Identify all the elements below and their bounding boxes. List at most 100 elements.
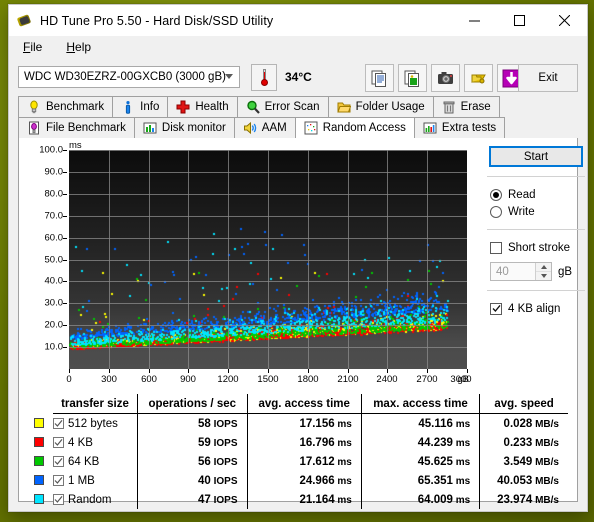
divider-3	[487, 290, 585, 291]
toolbar: WDC WD30EZRZ-00GXCB0 (3000 gB) 34°C Exit	[9, 58, 587, 96]
short-stroke-stepper[interactable]: 40	[490, 262, 552, 281]
y-axis-ticks: 10.0 20.0 30.0 40.0 50.0 60.0 70.0 80.0 90.0 100.…	[19, 145, 67, 369]
color-swatch-icon	[34, 475, 44, 486]
y-axis-tick-label: 30.0	[44, 297, 64, 309]
avg-access-cell-unit: ms	[334, 494, 352, 506]
transfer-size-cell[interactable]: 512 bytes	[53, 413, 138, 433]
avg-access-cell-value: 24.966	[299, 474, 335, 487]
x-axis-tick-label: 300	[101, 374, 117, 385]
copy-image-icon[interactable]	[398, 64, 427, 92]
avg-access-cell-unit: ms	[334, 418, 352, 430]
gridline-vertical	[348, 150, 349, 369]
avg-access-cell-unit: ms	[334, 456, 352, 468]
tab-health[interactable]: Health	[167, 96, 238, 117]
transfer-size-cell[interactable]: 1 MB	[53, 471, 138, 490]
series-color-swatch	[28, 452, 53, 471]
radio-read-icon	[490, 188, 502, 201]
y-axis-tick-label: 10.0	[44, 341, 64, 353]
tab-disk-monitor-label: Disk monitor	[161, 122, 226, 134]
tab-folder-usage[interactable]: Folder Usage	[327, 96, 434, 117]
folder-tools-icon[interactable]	[464, 64, 493, 92]
series-visible-checkbox-icon[interactable]	[53, 417, 64, 429]
close-icon[interactable]	[542, 5, 587, 36]
y-axis-tick-mark	[63, 260, 67, 261]
tab-extra-tests[interactable]: Extra tests	[413, 117, 506, 138]
stepper-up-icon[interactable]	[536, 263, 551, 272]
series-visible-checkbox-icon[interactable]	[53, 493, 64, 505]
random-access-panel: ms 10.0 20.0 30.0 40.0 50.0 60.0 70.0 80.0 90.0 1…	[18, 138, 585, 509]
series-visible-checkbox-icon[interactable]	[53, 455, 64, 467]
y-axis-tick-mark	[63, 172, 67, 173]
minimize-icon[interactable]	[452, 5, 497, 36]
table-row[interactable]: 512 bytes 58 IOPS 17.156 ms 45.116 ms 0.028 …	[28, 413, 568, 433]
x-axis-tick-label: 900	[180, 374, 196, 385]
transfer-size-label: Random	[68, 493, 112, 506]
menu-item-file[interactable]: File	[19, 38, 46, 56]
radio-read[interactable]: Read	[485, 186, 587, 203]
operations-cell-value: 47	[198, 493, 211, 506]
operations-cell-value: 59	[198, 436, 211, 449]
tab-erase-label: Erase	[460, 101, 491, 113]
x-axis-tick-mark	[387, 369, 388, 373]
tab-erase[interactable]: Erase	[432, 96, 500, 117]
header-avg-access: avg. access time	[247, 394, 362, 414]
tab-disk-monitor[interactable]: Disk monitor	[133, 117, 235, 138]
checkbox-4kb-align[interactable]: 4 KB align	[485, 300, 587, 317]
avg-access-cell-value: 17.612	[299, 455, 335, 468]
tab-aam[interactable]: AAM	[233, 117, 296, 138]
series-visible-checkbox-icon[interactable]	[53, 436, 64, 448]
x-axis-ticks: gB 0 300 600 900 1200 1500 1800 2100 2400 2700 300…	[66, 369, 472, 391]
max-access-cell: 45.625 ms	[361, 452, 481, 471]
gridline-vertical	[228, 150, 229, 369]
operations-cell-unit: IOPS	[210, 475, 238, 487]
operations-cell-unit: IOPS	[210, 437, 238, 449]
transfer-size-cell[interactable]: Random	[53, 490, 138, 509]
radio-read-label: Read	[508, 188, 536, 201]
max-access-cell: 44.239 ms	[361, 433, 481, 452]
exit-button[interactable]: Exit	[518, 64, 578, 92]
tab-error-scan[interactable]: Error Scan	[236, 96, 329, 117]
operations-cell-unit: IOPS	[210, 418, 238, 430]
table-row[interactable]: 1 MB 40 IOPS 24.966 ms 65.351 ms 40.053 MB/s	[28, 471, 568, 490]
avg-speed-cell: 0.233 MB/s	[480, 433, 568, 452]
tab-file-benchmark[interactable]: File Benchmark	[18, 117, 135, 138]
align-label: 4 KB align	[508, 302, 561, 315]
results-table: transfer size operations / sec avg. acce…	[28, 394, 568, 509]
screenshot-camera-icon[interactable]	[431, 64, 460, 92]
stepper-arrows[interactable]	[535, 263, 551, 280]
checkbox-short-stroke[interactable]: Short stroke	[485, 239, 587, 256]
copy-text-icon[interactable]	[365, 64, 394, 92]
file-benchmark-icon	[29, 121, 39, 135]
table-header-row: transfer size operations / sec avg. acce…	[28, 394, 568, 414]
start-button[interactable]: Start	[489, 146, 583, 167]
header-swatch-spacer	[28, 394, 53, 414]
drive-select[interactable]: WDC WD30EZRZ-00GXCB0 (3000 gB)	[18, 66, 240, 88]
x-axis-tick-mark	[69, 369, 70, 373]
table-row[interactable]: 64 KB 56 IOPS 17.612 ms 45.625 ms 3.549 MB/s	[28, 452, 568, 471]
tab-random-access[interactable]: Random Access	[294, 117, 415, 138]
series-visible-checkbox-icon[interactable]	[53, 474, 64, 486]
stepper-down-icon[interactable]	[536, 272, 551, 280]
tab-file-benchmark-label: File Benchmark	[46, 122, 126, 134]
max-access-cell-unit: ms	[452, 418, 471, 430]
gridline-vertical	[268, 150, 269, 369]
menu-bar: File Help	[9, 36, 587, 58]
tab-bars: Benchmark Info Health Error Scan Folder …	[9, 96, 587, 138]
menu-item-help[interactable]: Help	[62, 38, 95, 56]
transfer-size-cell[interactable]: 4 KB	[53, 433, 138, 452]
avg-speed-cell: 23.974 MB/s	[480, 490, 568, 509]
transfer-size-label: 1 MB	[68, 474, 95, 487]
tab-info[interactable]: Info	[112, 96, 169, 117]
transfer-size-label: 64 KB	[68, 455, 100, 468]
transfer-size-cell[interactable]: 64 KB	[53, 452, 138, 471]
y-axis-tick-mark	[63, 194, 67, 195]
maximize-icon[interactable]	[497, 5, 542, 36]
table-row[interactable]: 4 KB 59 IOPS 16.796 ms 44.239 ms 0.233 MB/s	[28, 433, 568, 452]
table-row[interactable]: Random 47 IOPS 21.164 ms 64.009 ms 23.974 MB…	[28, 490, 568, 509]
avg-speed-cell-unit: MB/s	[532, 456, 559, 468]
tab-error-scan-label: Error Scan	[264, 101, 320, 113]
max-access-cell-value: 45.116	[418, 417, 453, 430]
tab-benchmark[interactable]: Benchmark	[18, 96, 114, 117]
radio-write[interactable]: Write	[485, 203, 587, 220]
tab-benchmark-label: Benchmark	[46, 101, 105, 113]
